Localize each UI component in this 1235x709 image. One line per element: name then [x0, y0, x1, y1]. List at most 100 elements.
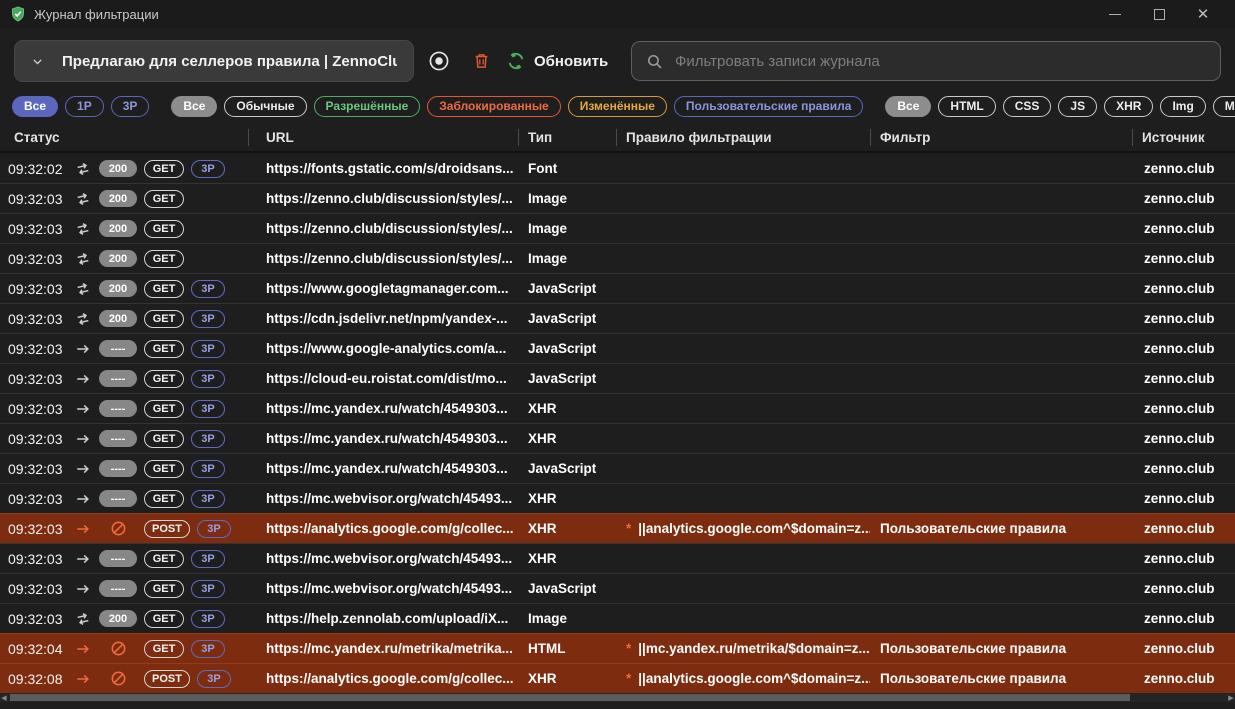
filter-chip-resource-type-html[interactable]: HTML	[938, 96, 995, 117]
cell-rule	[616, 604, 870, 633]
search-input[interactable]	[675, 53, 1206, 70]
cell-url: https://analytics.google.com/g/collec...	[248, 514, 518, 543]
status-code-badge: ----	[99, 430, 137, 447]
refresh-button[interactable]: Обновить	[506, 51, 608, 71]
cell-filter	[870, 604, 1132, 633]
record-button[interactable]	[422, 44, 456, 78]
filter-chip-request-status-все[interactable]: Все	[171, 96, 217, 117]
close-button[interactable]: ✕	[1181, 0, 1225, 28]
refresh-label: Обновить	[534, 53, 608, 70]
direction-icon-wrap	[70, 251, 96, 267]
scroll-right-arrow-icon[interactable]: ▶	[1227, 694, 1235, 701]
filter-chip-party-все[interactable]: Все	[12, 96, 58, 117]
log-row[interactable]: 09:32:03 POST 3P https://analytics.googl…	[0, 513, 1235, 543]
method-badge: GET	[144, 640, 184, 658]
scroll-left-arrow-icon[interactable]: ◀	[0, 694, 8, 701]
cell-source: zenno.club	[1132, 304, 1235, 333]
status-slot: 200	[96, 280, 140, 297]
filter-chip-request-status-обычные[interactable]: Обычные	[224, 96, 306, 117]
log-row[interactable]: 09:32:03 ---- GET 3P https://www.google-…	[0, 333, 1235, 363]
status-code-badge: ----	[99, 370, 137, 387]
status-code-badge: 200	[99, 220, 137, 237]
filter-log-window: Журнал фильтрации ✕ Предлагаю для селлер…	[0, 0, 1235, 709]
status-slot: 200	[96, 190, 140, 207]
filter-chip-resource-type-media[interactable]: Media	[1213, 96, 1235, 117]
log-row[interactable]: 09:32:03 200 GET 3P https://www.googleta…	[0, 273, 1235, 303]
cell-url: https://mc.webvisor.org/watch/45493...	[248, 574, 518, 603]
cell-source: zenno.club	[1132, 634, 1235, 663]
log-row[interactable]: 09:32:04 GET 3P https://mc.yandex.ru/met…	[0, 633, 1235, 663]
title-bar: Журнал фильтрации ✕	[0, 0, 1235, 28]
filter-chip-resource-type-img[interactable]: Img	[1160, 96, 1205, 117]
direction-icon-wrap	[70, 431, 96, 447]
direction-icon-wrap	[70, 611, 96, 627]
filter-chip-request-status-заблокированные[interactable]: Заблокированные	[427, 96, 560, 117]
rule-marker: *	[626, 671, 631, 686]
column-header-status: Статус	[0, 124, 248, 151]
log-row[interactable]: 09:32:03 ---- GET 3P https://cloud-eu.ro…	[0, 363, 1235, 393]
arrow-right-icon	[75, 491, 91, 507]
horizontal-scrollbar-thumb[interactable]	[10, 694, 1130, 701]
third-party-badge: 3P	[191, 310, 225, 328]
method-badge: GET	[144, 220, 184, 238]
log-row[interactable]: 09:32:03 200 GET 3P https://help.zennola…	[0, 603, 1235, 633]
log-row[interactable]: 09:32:03 200 GET 3P https://cdn.jsdelivr…	[0, 303, 1235, 333]
status-code-badge: 200	[99, 160, 137, 177]
cell-filter: Пользовательские правила	[870, 514, 1132, 543]
method-badge: GET	[144, 160, 184, 178]
log-row[interactable]: 09:32:03 ---- GET 3P https://mc.yandex.r…	[0, 453, 1235, 483]
filter-chip-resource-type-js[interactable]: JS	[1058, 96, 1097, 117]
cell-type: XHR	[518, 424, 616, 453]
cell-filter: Пользовательские правила	[870, 634, 1132, 663]
log-row[interactable]: 09:32:03 ---- GET 3P https://mc.webvisor…	[0, 483, 1235, 513]
app-shield-icon	[10, 6, 26, 22]
cell-type: JavaScript	[518, 274, 616, 303]
log-row[interactable]: 09:32:02 200 GET 3P https://fonts.gstati…	[0, 153, 1235, 183]
log-row[interactable]: 09:32:03 ---- GET 3P https://mc.webvisor…	[0, 573, 1235, 603]
blocked-icon	[110, 640, 127, 657]
request-time: 09:32:03	[8, 401, 70, 417]
refresh-icon	[506, 51, 526, 71]
log-row[interactable]: 09:32:03 ---- GET 3P https://mc.yandex.r…	[0, 423, 1235, 453]
cell-filter	[870, 544, 1132, 573]
status-slot: ----	[96, 460, 140, 477]
filter-chip-party-3p[interactable]: 3P	[111, 96, 150, 117]
maximize-button[interactable]	[1137, 0, 1181, 28]
cell-rule	[616, 544, 870, 573]
ruleset-dropdown[interactable]: Предлагаю для селлеров правила | ZennoCl…	[14, 40, 414, 82]
cell-rule	[616, 214, 870, 243]
cell-url: https://analytics.google.com/g/collec...	[248, 664, 518, 693]
request-time: 09:32:03	[8, 221, 70, 237]
exchange-arrows-icon	[75, 251, 91, 267]
filter-chip-request-status-пользовательские-правила[interactable]: Пользовательские правила	[674, 96, 863, 117]
cell-source: zenno.club	[1132, 514, 1235, 543]
filter-chip-party-1p[interactable]: 1P	[65, 96, 104, 117]
request-time: 09:32:03	[8, 311, 70, 327]
cell-filter	[870, 454, 1132, 483]
method-badge: GET	[144, 280, 184, 298]
cell-status: 09:32:03 200 GET 3P	[0, 244, 248, 273]
status-slot: ----	[96, 580, 140, 597]
clear-log-button[interactable]	[464, 44, 498, 78]
record-icon	[428, 50, 450, 72]
filter-chip-resource-type-css[interactable]: CSS	[1003, 96, 1052, 117]
log-row[interactable]: 09:32:03 200 GET 3P https://zenno.club/d…	[0, 183, 1235, 213]
log-row[interactable]: 09:32:08 POST 3P https://analytics.googl…	[0, 663, 1235, 693]
log-row[interactable]: 09:32:03 200 GET 3P https://zenno.club/d…	[0, 213, 1235, 243]
log-row[interactable]: 09:32:03 200 GET 3P https://zenno.club/d…	[0, 243, 1235, 273]
log-row[interactable]: 09:32:03 ---- GET 3P https://mc.yandex.r…	[0, 393, 1235, 423]
direction-icon-wrap	[70, 641, 96, 657]
minimize-button[interactable]	[1093, 0, 1137, 28]
exchange-arrows-icon	[75, 311, 91, 327]
status-code-badge: ----	[99, 580, 137, 597]
log-row[interactable]: 09:32:03 ---- GET 3P https://mc.webvisor…	[0, 543, 1235, 573]
third-party-badge: 3P	[197, 520, 231, 538]
third-party-badge: 3P	[191, 280, 225, 298]
toolbar: Предлагаю для селлеров правила | ZennoCl…	[0, 28, 1235, 94]
filter-chip-resource-type-все[interactable]: Все	[885, 96, 931, 117]
cell-filter	[870, 484, 1132, 513]
arrow-right-icon	[75, 461, 91, 477]
filter-chip-request-status-изменённые[interactable]: Изменённые	[568, 96, 667, 117]
filter-chip-resource-type-xhr[interactable]: XHR	[1104, 96, 1153, 117]
filter-chip-request-status-разрешённые[interactable]: Разрешённые	[314, 96, 421, 117]
